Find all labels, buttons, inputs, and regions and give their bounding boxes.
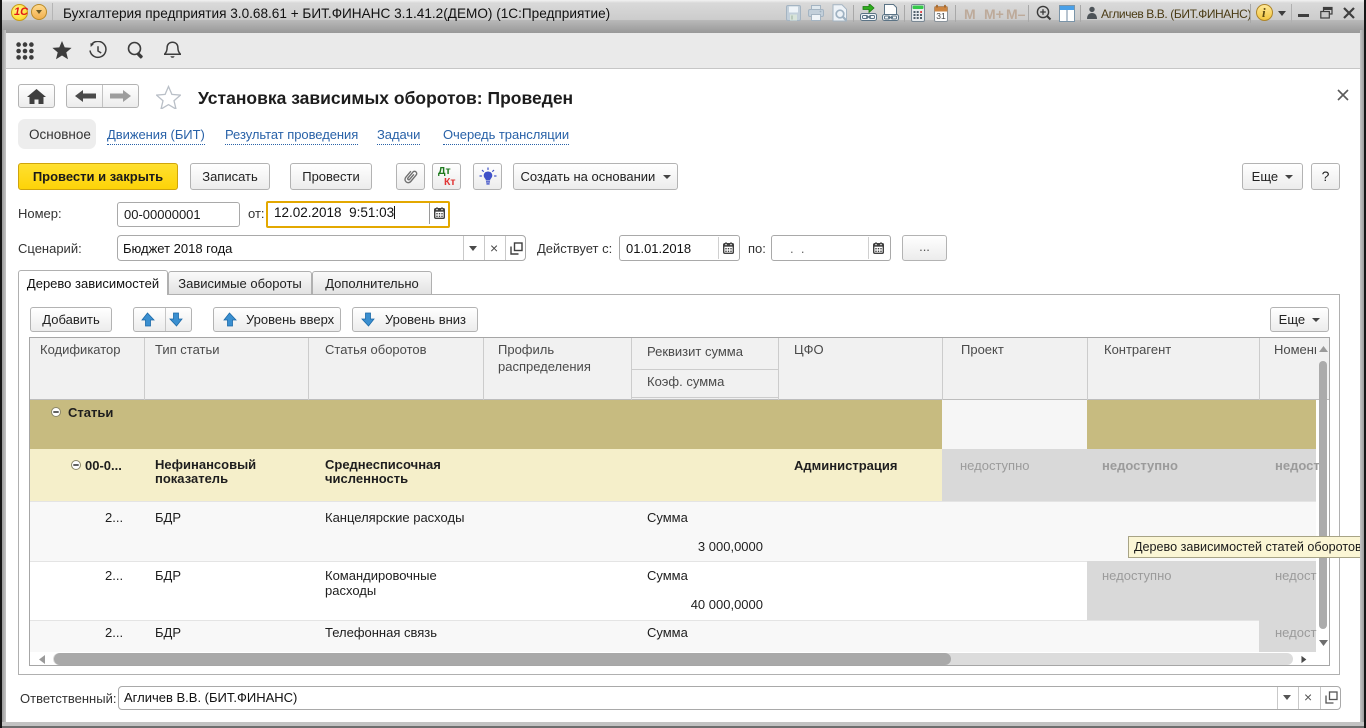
svg-text:31: 31 [936, 11, 946, 21]
